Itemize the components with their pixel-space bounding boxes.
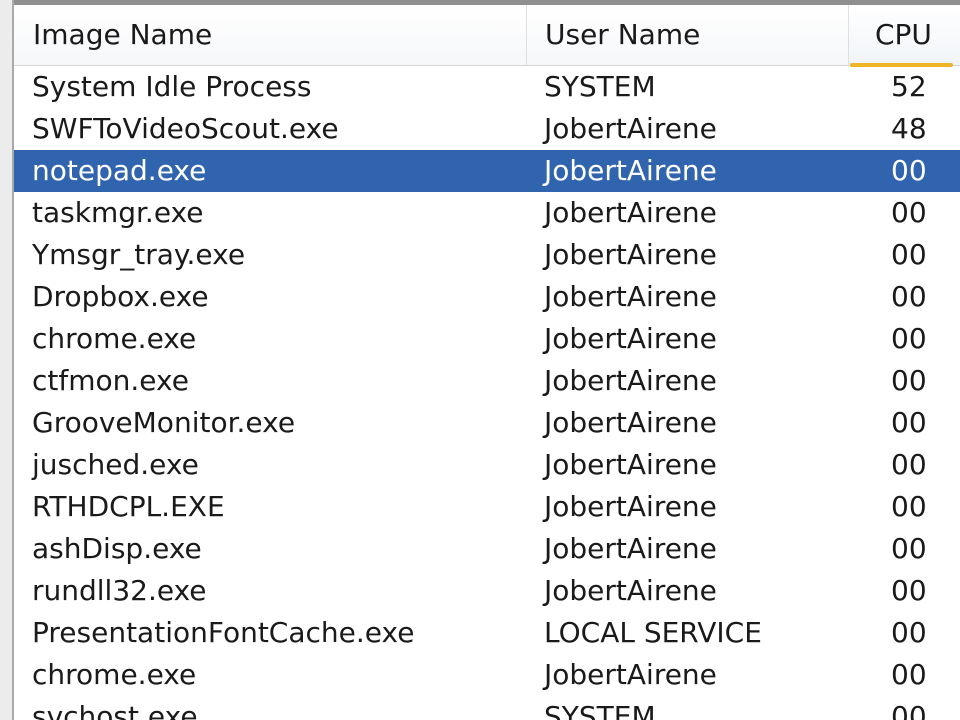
- cpu-cell: 00: [891, 658, 927, 691]
- table-row[interactable]: SWFToVideoScout.exe JobertAirene 48: [14, 108, 960, 150]
- cpu-cell: 00: [891, 448, 927, 481]
- cpu-cell: 00: [891, 322, 927, 355]
- cpu-cell: 00: [891, 700, 927, 720]
- user-name-cell: JobertAirene: [544, 364, 717, 397]
- image-name-cell: SWFToVideoScout.exe: [32, 112, 339, 145]
- process-list-view[interactable]: Image Name User Name CPU System Idle Pro…: [14, 5, 960, 720]
- image-name-cell: Dropbox.exe: [32, 280, 209, 313]
- user-name-cell: JobertAirene: [544, 196, 717, 229]
- cpu-cell: 00: [891, 532, 927, 565]
- image-name-cell: PresentationFontCache.exe: [32, 616, 415, 649]
- image-name-cell: taskmgr.exe: [32, 196, 204, 229]
- user-name-cell: JobertAirene: [544, 658, 717, 691]
- column-header-user-name[interactable]: User Name: [527, 5, 849, 65]
- table-row[interactable]: taskmgr.exe JobertAirene 00: [14, 192, 960, 234]
- cpu-cell: 00: [891, 406, 927, 439]
- user-name-cell: SYSTEM: [544, 700, 656, 720]
- user-name-cell: LOCAL SERVICE: [544, 616, 762, 649]
- image-name-cell: jusched.exe: [32, 448, 199, 481]
- table-row[interactable]: notepad.exe JobertAirene 00: [14, 150, 960, 192]
- user-name-cell: JobertAirene: [544, 532, 717, 565]
- user-name-cell: JobertAirene: [544, 238, 717, 271]
- cpu-cell: 00: [891, 154, 927, 187]
- table-row[interactable]: Ymsgr_tray.exe JobertAirene 00: [14, 234, 960, 276]
- image-name-cell: System Idle Process: [32, 70, 312, 103]
- user-name-cell: SYSTEM: [544, 70, 656, 103]
- image-name-cell: rundll32.exe: [32, 574, 207, 607]
- task-manager-process-list: Image Name User Name CPU System Idle Pro…: [0, 0, 960, 720]
- cpu-cell: 00: [891, 490, 927, 523]
- table-row[interactable]: RTHDCPL.EXE JobertAirene 00: [14, 486, 960, 528]
- column-header-image-name[interactable]: Image Name: [14, 5, 527, 65]
- cpu-cell: 52: [891, 70, 927, 103]
- image-name-cell: GrooveMonitor.exe: [32, 406, 296, 439]
- cpu-cell: 00: [891, 616, 927, 649]
- image-name-cell: ctfmon.exe: [32, 364, 189, 397]
- cpu-cell: 00: [891, 196, 927, 229]
- table-row[interactable]: GrooveMonitor.exe JobertAirene 00: [14, 402, 960, 444]
- table-row[interactable]: chrome.exe JobertAirene 00: [14, 654, 960, 696]
- window-left-border: [0, 0, 14, 720]
- user-name-cell: JobertAirene: [544, 406, 717, 439]
- table-row[interactable]: Dropbox.exe JobertAirene 00: [14, 276, 960, 318]
- user-name-cell: JobertAirene: [544, 322, 717, 355]
- user-name-cell: JobertAirene: [544, 490, 717, 523]
- cpu-cell: 00: [891, 364, 927, 397]
- column-header-cpu[interactable]: CPU: [849, 5, 960, 65]
- image-name-cell: RTHDCPL.EXE: [32, 490, 225, 523]
- table-row[interactable]: jusched.exe JobertAirene 00: [14, 444, 960, 486]
- user-name-cell: JobertAirene: [544, 574, 717, 607]
- cpu-cell: 48: [891, 112, 927, 145]
- table-row[interactable]: System Idle Process SYSTEM 52: [14, 66, 960, 108]
- table-row[interactable]: svchost.exe SYSTEM 00: [14, 696, 960, 720]
- image-name-cell: notepad.exe: [32, 154, 207, 187]
- user-name-cell: JobertAirene: [544, 448, 717, 481]
- image-name-cell: ashDisp.exe: [32, 532, 202, 565]
- user-name-cell: JobertAirene: [544, 112, 717, 145]
- table-row[interactable]: rundll32.exe JobertAirene 00: [14, 570, 960, 612]
- image-name-cell: chrome.exe: [32, 322, 197, 355]
- image-name-cell: svchost.exe: [32, 700, 198, 720]
- image-name-cell: chrome.exe: [32, 658, 197, 691]
- user-name-cell: JobertAirene: [544, 154, 717, 187]
- column-header-bar: Image Name User Name CPU: [14, 5, 960, 67]
- table-row[interactable]: chrome.exe JobertAirene 00: [14, 318, 960, 360]
- table-row[interactable]: ctfmon.exe JobertAirene 00: [14, 360, 960, 402]
- cpu-cell: 00: [891, 574, 927, 607]
- cpu-cell: 00: [891, 280, 927, 313]
- table-row[interactable]: ashDisp.exe JobertAirene 00: [14, 528, 960, 570]
- process-rows: System Idle Process SYSTEM 52 SWFToVideoSco…: [14, 66, 960, 720]
- image-name-cell: Ymsgr_tray.exe: [32, 238, 246, 271]
- user-name-cell: JobertAirene: [544, 280, 717, 313]
- cpu-cell: 00: [891, 238, 927, 271]
- table-row[interactable]: PresentationFontCache.exe LOCAL SERVICE 00: [14, 612, 960, 654]
